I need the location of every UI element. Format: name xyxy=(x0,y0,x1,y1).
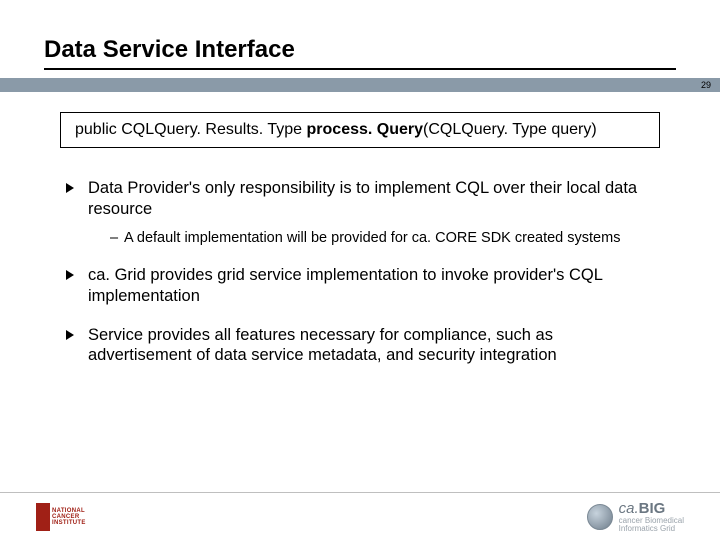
sub-bullet-list-1: A default implementation will be provide… xyxy=(88,229,660,247)
bullet-list: Data Provider's only responsibility is t… xyxy=(60,178,660,366)
page-number: 29 xyxy=(692,78,720,92)
code-suffix: (CQLQuery. Type query) xyxy=(423,121,597,138)
footer: NATIONAL CANCER INSTITUTE ca.BIG cancer … xyxy=(0,492,720,540)
slide-title: Data Service Interface xyxy=(44,36,676,70)
content-area: public CQLQuery. Results. Type process. … xyxy=(0,92,720,366)
cabig-main-text: ca.BIG xyxy=(619,500,684,517)
cabig-text: ca.BIG cancer Biomedical Informatics Gri… xyxy=(619,500,684,534)
bullet-item-1: Data Provider's only responsibility is t… xyxy=(66,178,660,247)
divider-bar-left xyxy=(0,78,692,92)
sub-bullet-1-1: A default implementation will be provide… xyxy=(110,229,660,247)
nci-logo-icon xyxy=(36,503,50,531)
nci-logo-text: NATIONAL CANCER INSTITUTE xyxy=(52,508,86,526)
slide: Data Service Interface 29 public CQLQuer… xyxy=(0,0,720,540)
bullet-1-text: Data Provider's only responsibility is t… xyxy=(88,179,637,218)
cabig-sub-2: Informatics Grid xyxy=(619,525,684,533)
cabig-big: BIG xyxy=(639,500,666,517)
bullet-item-2: ca. Grid provides grid service implement… xyxy=(66,265,660,306)
nci-logo: NATIONAL CANCER INSTITUTE xyxy=(36,503,86,531)
title-area: Data Service Interface xyxy=(0,0,720,76)
bullet-item-3: Service provides all features necessary … xyxy=(66,325,660,366)
cabig-prefix: ca. xyxy=(619,500,639,517)
globe-icon xyxy=(587,504,613,530)
cabig-logo: ca.BIG cancer Biomedical Informatics Gri… xyxy=(587,500,684,534)
code-signature-box: public CQLQuery. Results. Type process. … xyxy=(60,112,660,148)
nci-line-3: INSTITUTE xyxy=(52,520,86,526)
code-method-name: process. Query xyxy=(307,121,424,138)
code-prefix: public CQLQuery. Results. Type xyxy=(75,121,307,138)
divider-bar: 29 xyxy=(0,78,720,92)
